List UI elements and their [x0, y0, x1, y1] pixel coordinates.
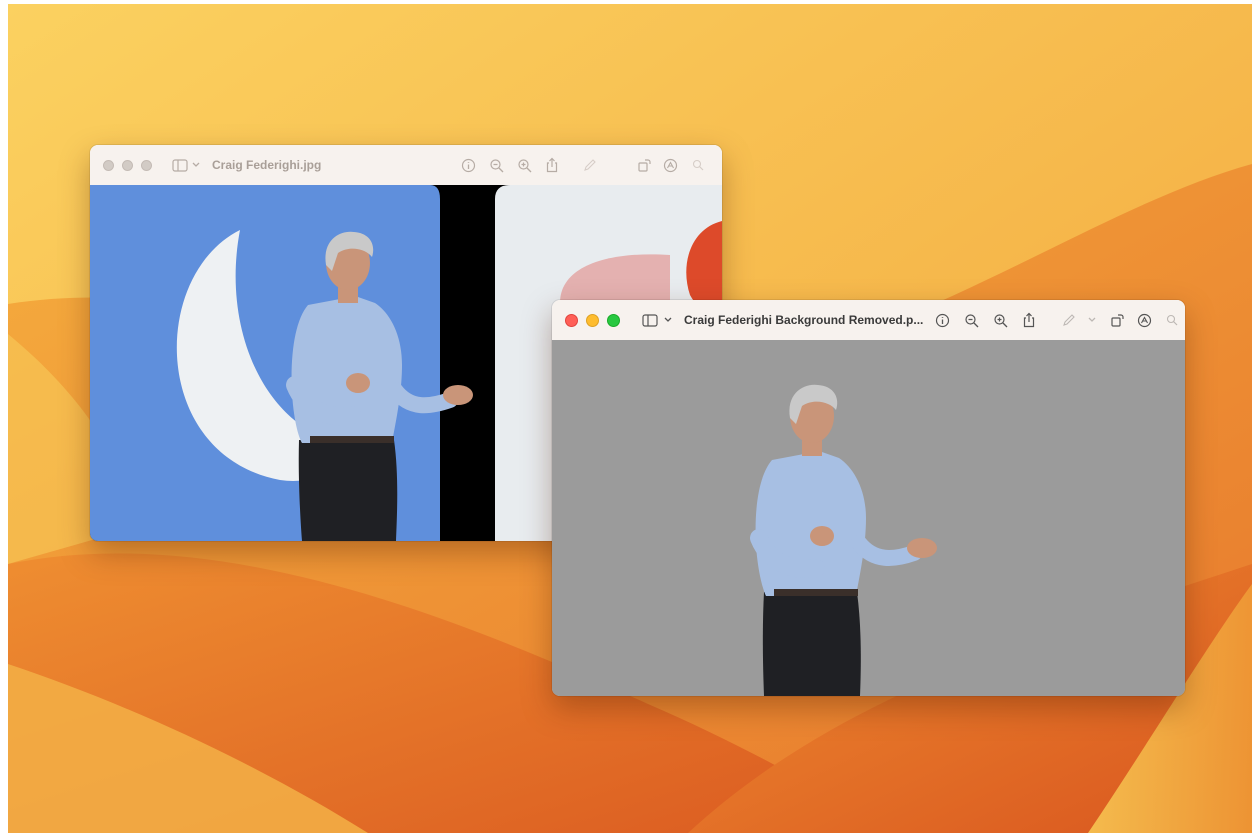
window-controls — [565, 313, 620, 327]
cutout-canvas — [552, 340, 1185, 696]
info-icon[interactable] — [935, 313, 950, 328]
zoom-button[interactable] — [607, 313, 620, 327]
chevron-down-icon[interactable] — [192, 162, 200, 168]
markup-circle-icon[interactable] — [663, 158, 678, 173]
markup-pen-icon[interactable] — [583, 158, 597, 172]
window-titlebar[interactable]: Craig Federighi Background Removed.p... — [552, 300, 1185, 341]
window-title: Craig Federighi.jpg — [212, 158, 322, 172]
markup-circle-icon[interactable] — [1137, 313, 1152, 328]
share-icon[interactable] — [545, 157, 559, 173]
share-icon[interactable] — [1022, 312, 1036, 328]
window-title: Craig Federighi Background Removed.p... — [684, 313, 924, 327]
zoom-in-icon[interactable] — [517, 158, 532, 173]
search-icon[interactable] — [692, 159, 704, 171]
zoom-button[interactable] — [141, 159, 152, 171]
minimize-button[interactable] — [122, 159, 133, 171]
background-removed-photo — [552, 340, 1185, 696]
chevron-down-icon[interactable] — [1088, 317, 1096, 323]
info-icon[interactable] — [461, 158, 476, 173]
sidebar-icon[interactable] — [172, 158, 188, 172]
window-controls — [103, 159, 152, 171]
rotate-icon[interactable] — [1110, 313, 1125, 328]
chevron-down-icon[interactable] — [664, 317, 672, 323]
zoom-in-icon[interactable] — [993, 313, 1008, 328]
close-button[interactable] — [103, 159, 114, 171]
preview-window-background-removed[interactable]: Craig Federighi Background Removed.p... — [552, 300, 1185, 696]
zoom-out-icon[interactable] — [489, 158, 504, 173]
window-titlebar[interactable]: Craig Federighi.jpg — [90, 145, 722, 186]
minimize-button[interactable] — [586, 313, 599, 327]
close-button[interactable] — [565, 313, 578, 327]
markup-pen-icon[interactable] — [1062, 313, 1076, 327]
rotate-icon[interactable] — [637, 158, 652, 173]
zoom-out-icon[interactable] — [964, 313, 979, 328]
sidebar-icon[interactable] — [642, 313, 658, 327]
search-icon[interactable] — [1166, 314, 1178, 326]
